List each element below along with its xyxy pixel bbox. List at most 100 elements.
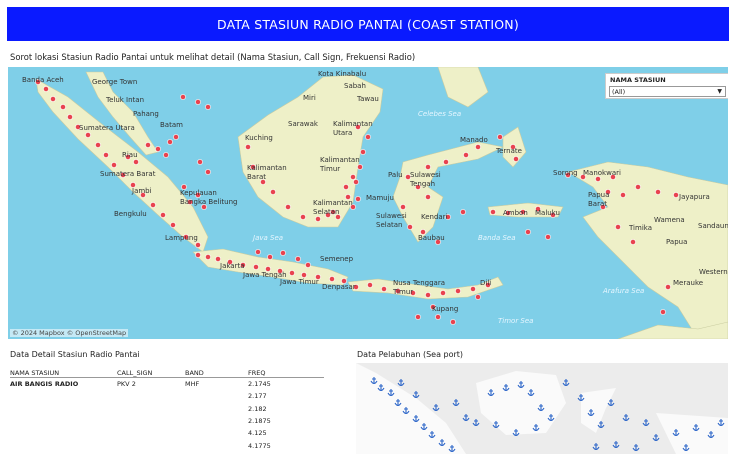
station-marker[interactable]	[180, 94, 186, 100]
anchor-icon[interactable]	[432, 404, 440, 412]
station-marker[interactable]	[270, 189, 276, 195]
station-marker[interactable]	[460, 209, 466, 215]
station-marker[interactable]	[490, 209, 496, 215]
station-marker[interactable]	[60, 104, 66, 110]
station-marker[interactable]	[280, 250, 286, 256]
anchor-icon[interactable]	[642, 419, 650, 427]
station-marker[interactable]	[195, 252, 201, 258]
station-marker[interactable]	[173, 134, 179, 140]
station-marker[interactable]	[205, 104, 211, 110]
station-marker[interactable]	[615, 224, 621, 230]
station-marker[interactable]	[150, 202, 156, 208]
station-marker[interactable]	[497, 134, 503, 140]
station-marker[interactable]	[301, 272, 307, 278]
station-marker[interactable]	[43, 86, 49, 92]
station-marker[interactable]	[205, 254, 211, 260]
table-row[interactable]: 2.1875	[10, 415, 324, 427]
station-marker[interactable]	[67, 114, 73, 120]
station-marker[interactable]	[167, 139, 173, 145]
anchor-icon[interactable]	[612, 441, 620, 449]
anchor-icon[interactable]	[622, 414, 630, 422]
station-marker[interactable]	[163, 152, 169, 158]
station-marker[interactable]	[95, 142, 101, 148]
station-marker[interactable]	[425, 194, 431, 200]
station-marker[interactable]	[655, 189, 661, 195]
anchor-icon[interactable]	[562, 379, 570, 387]
station-marker[interactable]	[343, 184, 349, 190]
station-marker[interactable]	[315, 216, 321, 222]
station-marker[interactable]	[50, 96, 56, 102]
station-marker[interactable]	[285, 204, 291, 210]
station-marker[interactable]	[635, 184, 641, 190]
station-marker[interactable]	[450, 319, 456, 325]
anchor-icon[interactable]	[412, 391, 420, 399]
column-header-band[interactable]: BAND	[185, 369, 248, 377]
table-row[interactable]: AIR BANGIS RADIO PKV 2 MHF 2.1745	[10, 378, 324, 390]
station-marker[interactable]	[133, 159, 139, 165]
station-marker[interactable]	[197, 159, 203, 165]
station-marker[interactable]	[353, 179, 359, 185]
station-marker[interactable]	[300, 214, 306, 220]
chevron-down-icon[interactable]: ▼	[717, 88, 722, 95]
anchor-icon[interactable]	[632, 444, 640, 452]
station-marker[interactable]	[155, 146, 161, 152]
station-marker[interactable]	[455, 288, 461, 294]
station-marker[interactable]	[630, 239, 636, 245]
station-marker[interactable]	[660, 309, 666, 315]
station-marker[interactable]	[170, 222, 176, 228]
station-filter-select[interactable]: (All) ▼	[609, 86, 726, 97]
station-marker[interactable]	[253, 264, 259, 270]
station-marker[interactable]	[400, 204, 406, 210]
station-marker[interactable]	[111, 162, 117, 168]
station-marker[interactable]	[255, 249, 261, 255]
station-marker[interactable]	[329, 276, 335, 282]
station-marker[interactable]	[463, 152, 469, 158]
station-marker[interactable]	[475, 144, 481, 150]
table-row[interactable]: 4.1775	[10, 439, 324, 451]
station-marker[interactable]	[195, 99, 201, 105]
column-header-call-sign[interactable]: CALL_SIGN	[117, 369, 185, 377]
station-marker[interactable]	[525, 229, 531, 235]
station-marker[interactable]	[545, 234, 551, 240]
station-marker[interactable]	[267, 254, 273, 260]
station-marker[interactable]	[145, 142, 151, 148]
station-marker[interactable]	[85, 132, 91, 138]
station-marker[interactable]	[381, 286, 387, 292]
station-marker[interactable]	[443, 159, 449, 165]
station-marker[interactable]	[350, 174, 356, 180]
station-marker[interactable]	[295, 256, 301, 262]
sea-port-map[interactable]	[356, 363, 728, 454]
table-row[interactable]: 2.182	[10, 403, 324, 415]
station-marker[interactable]	[415, 314, 421, 320]
station-marker[interactable]	[673, 192, 679, 198]
station-marker[interactable]	[513, 156, 519, 162]
station-marker[interactable]	[470, 286, 476, 292]
station-marker[interactable]	[305, 262, 311, 268]
anchor-icon[interactable]	[472, 419, 480, 427]
station-marker[interactable]	[367, 282, 373, 288]
anchor-icon[interactable]	[452, 399, 460, 407]
station-marker[interactable]	[475, 294, 481, 300]
table-row[interactable]: 2.177	[10, 390, 324, 402]
station-marker[interactable]	[103, 152, 109, 158]
station-marker[interactable]	[195, 242, 201, 248]
map-attribution[interactable]: © 2024 Mapbox © OpenStreetMap	[10, 329, 129, 337]
coast-station-map[interactable]: Banda Aceh George Town Teluk Intan Pahan…	[8, 67, 728, 339]
anchor-icon[interactable]	[592, 443, 600, 451]
station-marker[interactable]	[435, 314, 441, 320]
anchor-icon[interactable]	[652, 434, 660, 442]
station-marker[interactable]	[160, 212, 166, 218]
station-marker[interactable]	[215, 256, 221, 262]
table-row[interactable]: 4.125	[10, 427, 324, 439]
column-header-name[interactable]: NAMA STASIUN	[10, 369, 117, 377]
anchor-icon[interactable]	[462, 414, 470, 422]
column-header-freq[interactable]: FREQ	[248, 369, 318, 377]
anchor-icon[interactable]	[397, 379, 405, 387]
station-marker[interactable]	[360, 149, 366, 155]
station-marker[interactable]	[205, 169, 211, 175]
station-marker[interactable]	[425, 164, 431, 170]
station-marker[interactable]	[245, 144, 251, 150]
station-marker[interactable]	[665, 284, 671, 290]
station-marker[interactable]	[289, 270, 295, 276]
station-marker[interactable]	[595, 176, 601, 182]
